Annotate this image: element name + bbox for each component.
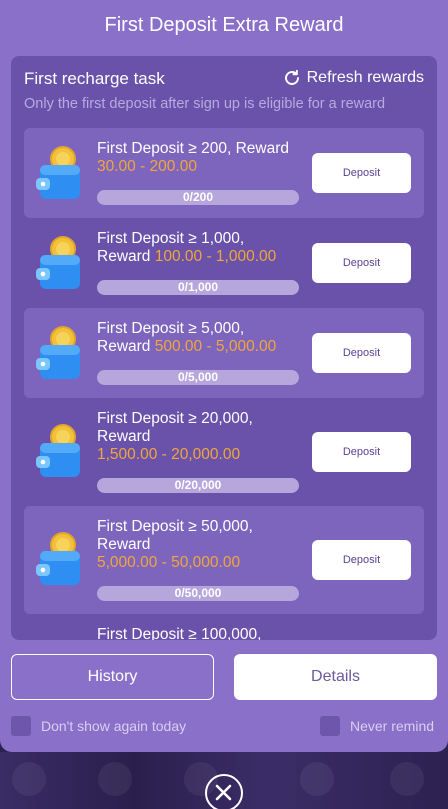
task-title-line1: First Deposit ≥ 1,000,	[97, 230, 245, 247]
task-title-line1: First Deposit ≥ 50,000,	[97, 518, 253, 535]
refresh-icon	[284, 69, 299, 85]
task-description: First Deposit ≥ 100,000,	[97, 626, 307, 640]
task-item: First Deposit ≥ 5,000, Reward 500.00 - 5…	[24, 308, 424, 398]
task-reward-range: 100.00 - 1,000.00	[154, 248, 277, 265]
task-title-line2: Reward	[97, 248, 151, 265]
wallet-coin-icon	[36, 236, 84, 292]
never-remind-label: Never remind	[350, 718, 435, 734]
dont-show-today-label: Don't show again today	[41, 718, 187, 734]
deposit-button[interactable]: Deposit	[312, 243, 411, 283]
task-description: First Deposit ≥ 20,000, Reward 1,500.00 …	[97, 410, 307, 464]
wallet-coin-icon	[36, 424, 84, 480]
task-item: First Deposit ≥ 200, Reward 30.00 - 200.…	[24, 128, 424, 218]
refresh-rewards-label: Refresh rewards	[306, 69, 424, 86]
task-progress-bar: 0/200	[97, 190, 299, 205]
task-item: First Deposit ≥ 20,000, Reward 1,500.00 …	[24, 398, 424, 506]
wallet-coin-icon	[36, 326, 84, 382]
task-reward-range: 500.00 - 5,000.00	[154, 338, 277, 355]
task-description: First Deposit ≥ 5,000, Reward 500.00 - 5…	[97, 320, 307, 356]
task-title-line1: First Deposit ≥ 5,000,	[97, 320, 245, 337]
modal-title: First Deposit Extra Reward	[104, 14, 344, 36]
task-description: First Deposit ≥ 50,000, Reward 5,000.00 …	[97, 518, 307, 572]
deposit-button[interactable]: Deposit	[312, 540, 411, 580]
wallet-coin-icon	[36, 146, 84, 202]
close-icon	[215, 784, 232, 801]
task-progress-bar: 0/1,000	[97, 280, 299, 295]
deposit-button[interactable]: Deposit	[312, 432, 411, 472]
task-description: First Deposit ≥ 1,000, Reward 100.00 - 1…	[97, 230, 307, 266]
task-title-line2: Reward	[97, 338, 151, 355]
checkbox-box[interactable]	[11, 716, 31, 736]
panel-heading: First recharge task	[24, 69, 165, 88]
task-item: First Deposit ≥ 1,000, Reward 100.00 - 1…	[24, 218, 424, 308]
task-progress-bar: 0/20,000	[97, 478, 299, 493]
action-buttons: History Details	[11, 654, 437, 700]
task-title-line1: First Deposit ≥ 100,000,	[97, 626, 262, 640]
deposit-button[interactable]: Deposit	[312, 333, 411, 373]
history-button[interactable]: History	[11, 654, 214, 700]
panel-subtitle: Only the first deposit after sign up is …	[24, 96, 386, 112]
task-progress-bar: 0/5,000	[97, 370, 299, 385]
task-progress-bar: 0/50,000	[97, 586, 299, 601]
details-button[interactable]: Details	[234, 654, 437, 700]
recharge-task-panel: First recharge task Refresh rewards Only…	[11, 56, 437, 640]
close-button[interactable]	[205, 774, 243, 809]
task-title-line2: Reward	[97, 428, 151, 445]
task-reward-range: 5,000.00 - 50,000.00	[97, 554, 241, 571]
wallet-coin-icon	[36, 532, 84, 588]
task-reward-range: 1,500.00 - 20,000.00	[97, 446, 241, 463]
task-reward-range: 30.00 - 200.00	[97, 158, 197, 175]
task-item: First Deposit ≥ 100,000,	[24, 614, 424, 640]
deposit-button[interactable]: Deposit	[312, 153, 411, 193]
task-description: First Deposit ≥ 200, Reward 30.00 - 200.…	[97, 140, 307, 176]
task-item: First Deposit ≥ 50,000, Reward 5,000.00 …	[24, 506, 424, 614]
never-remind-checkbox[interactable]: Never remind	[320, 716, 434, 736]
task-title-line1: First Deposit ≥ 20,000,	[97, 410, 253, 427]
task-title-line2: Reward	[97, 536, 151, 553]
refresh-rewards-button[interactable]: Refresh rewards	[283, 69, 424, 87]
first-deposit-modal: First Deposit Extra Reward First recharg…	[0, 0, 448, 752]
dont-show-today-checkbox[interactable]: Don't show again today	[11, 716, 186, 736]
task-title-line1: First Deposit ≥ 200, Reward	[97, 140, 289, 157]
checkbox-box[interactable]	[320, 716, 340, 736]
